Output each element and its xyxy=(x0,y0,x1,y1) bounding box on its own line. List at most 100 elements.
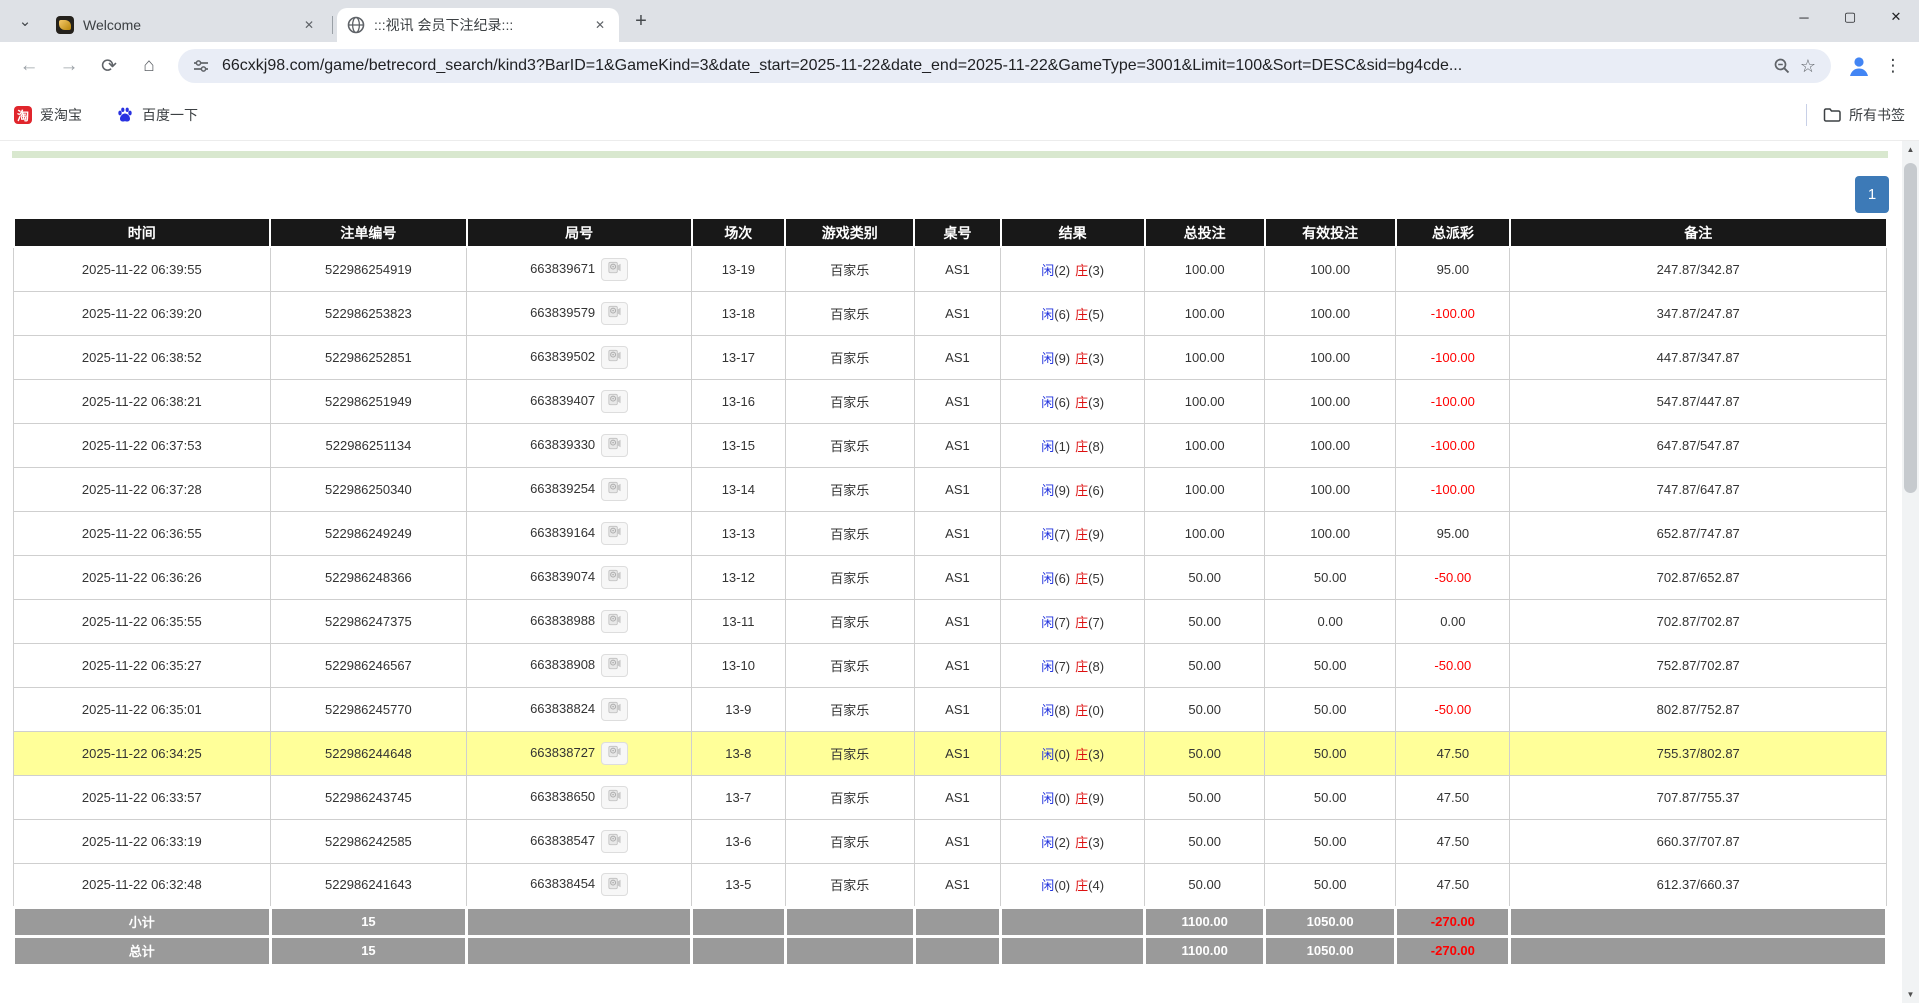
zoom-icon[interactable] xyxy=(1769,53,1795,79)
result-player: 闲 xyxy=(1041,835,1054,850)
video-replay-button[interactable] xyxy=(601,566,628,589)
result-player: 闲 xyxy=(1041,703,1054,718)
video-replay-button[interactable] xyxy=(601,434,628,457)
result-points: (0) xyxy=(1054,747,1070,762)
cell-total-bet[interactable]: 50.00 xyxy=(1145,819,1265,863)
cell-bet-number: 522986253823 xyxy=(270,291,467,335)
video-replay-button[interactable] xyxy=(601,302,628,325)
cell-total-bet[interactable]: 50.00 xyxy=(1145,731,1265,775)
cell-round-number: 663838650 xyxy=(467,775,692,819)
cell-payout: 47.50 xyxy=(1396,731,1510,775)
result-banker: 庄 xyxy=(1075,527,1088,542)
reload-button[interactable]: ⟳ xyxy=(92,49,126,83)
cell-table-number: AS1 xyxy=(914,731,1000,775)
video-replay-button[interactable] xyxy=(601,698,628,721)
video-replay-button[interactable] xyxy=(601,742,628,765)
column-header: 注单编号 xyxy=(270,218,467,247)
result-player: 闲 xyxy=(1041,659,1054,674)
tab-welcome[interactable]: Welcome ✕ xyxy=(46,8,328,42)
cell-total-bet[interactable]: 100.00 xyxy=(1145,379,1265,423)
all-bookmarks-button[interactable]: 所有书签 xyxy=(1823,105,1905,125)
video-replay-button[interactable] xyxy=(601,873,628,896)
cell-total-bet[interactable]: 50.00 xyxy=(1145,555,1265,599)
result-banker: 庄 xyxy=(1075,835,1088,850)
result-player: 闲 xyxy=(1041,351,1054,366)
table-row: 2025-11-22 06:38:52522986252851663839502… xyxy=(14,335,1887,379)
cell-total-bet[interactable]: 100.00 xyxy=(1145,335,1265,379)
bookmark-star-icon[interactable]: ☆ xyxy=(1795,53,1821,79)
bookmark-baidu[interactable]: 百度一下 xyxy=(116,105,198,125)
result-player: 闲 xyxy=(1041,307,1054,322)
tab-close-icon[interactable]: ✕ xyxy=(300,16,318,34)
cell-game-type: 百家乐 xyxy=(785,423,914,467)
forward-button[interactable]: → xyxy=(52,49,86,83)
video-replay-button[interactable] xyxy=(601,258,628,281)
address-bar[interactable]: 66cxkj98.com/game/betrecord_search/kind3… xyxy=(178,49,1831,83)
maximize-button[interactable]: ▢ xyxy=(1827,0,1873,34)
minimize-button[interactable]: ─ xyxy=(1781,0,1827,34)
scrollbar-thumb[interactable] xyxy=(1904,163,1917,493)
cell-total-bet[interactable]: 50.00 xyxy=(1145,599,1265,643)
footer-empty xyxy=(692,907,786,936)
cell-valid-bet: 50.00 xyxy=(1265,731,1396,775)
cell-payout: -100.00 xyxy=(1396,379,1510,423)
footer-label: 小计 xyxy=(14,907,271,936)
cell-time: 2025-11-22 06:33:57 xyxy=(14,775,271,819)
result-points: (3) xyxy=(1088,395,1104,410)
vertical-scrollbar[interactable]: ▲ ▼ xyxy=(1902,141,1919,1003)
video-replay-button[interactable] xyxy=(601,346,628,369)
bookmarks-bar: 淘 爱淘宝 百度一下 所有书签 xyxy=(0,90,1919,141)
pagination-page-1-button[interactable]: 1 xyxy=(1855,176,1889,213)
cell-total-bet[interactable]: 50.00 xyxy=(1145,775,1265,819)
cell-result: 闲(9)庄(6) xyxy=(1001,467,1145,511)
cell-total-bet[interactable]: 100.00 xyxy=(1145,423,1265,467)
cell-time: 2025-11-22 06:35:55 xyxy=(14,599,271,643)
tab-separator xyxy=(332,16,333,34)
video-replay-button[interactable] xyxy=(601,478,628,501)
cell-valid-bet: 100.00 xyxy=(1265,247,1396,291)
result-points: (9) xyxy=(1088,527,1104,542)
total-row: 总计151100.001050.00-270.00 xyxy=(14,936,1887,965)
video-replay-button[interactable] xyxy=(601,610,628,633)
video-replay-button[interactable] xyxy=(601,390,628,413)
cell-total-bet[interactable]: 50.00 xyxy=(1145,643,1265,687)
video-replay-button[interactable] xyxy=(601,786,628,809)
video-replay-button[interactable] xyxy=(601,654,628,677)
cell-total-bet[interactable]: 100.00 xyxy=(1145,467,1265,511)
cell-time: 2025-11-22 06:38:52 xyxy=(14,335,271,379)
site-info-icon[interactable] xyxy=(188,53,214,79)
footer-payout: -270.00 xyxy=(1396,907,1510,936)
video-replay-button[interactable] xyxy=(601,830,628,853)
menu-kebab-icon[interactable]: ⋮ xyxy=(1879,52,1907,80)
cell-bet-number: 522986252851 xyxy=(270,335,467,379)
video-replay-button[interactable] xyxy=(601,522,628,545)
cell-total-bet[interactable]: 100.00 xyxy=(1145,511,1265,555)
cell-total-bet[interactable]: 100.00 xyxy=(1145,247,1265,291)
cell-total-bet[interactable]: 50.00 xyxy=(1145,863,1265,907)
cell-result: 闲(0)庄(3) xyxy=(1001,731,1145,775)
close-window-button[interactable]: ✕ xyxy=(1873,0,1919,34)
cell-table-number: AS1 xyxy=(914,643,1000,687)
result-points: (3) xyxy=(1088,835,1104,850)
cell-remark: 702.87/702.87 xyxy=(1510,599,1887,643)
url-text[interactable]: 66cxkj98.com/game/betrecord_search/kind3… xyxy=(222,57,1761,75)
result-player: 闲 xyxy=(1041,439,1054,454)
new-tab-button[interactable]: + xyxy=(627,7,655,35)
cell-table-number: AS1 xyxy=(914,291,1000,335)
cell-time: 2025-11-22 06:36:55 xyxy=(14,511,271,555)
tab-search-button[interactable]: ⌄ xyxy=(10,6,40,36)
back-button[interactable]: ← xyxy=(12,49,46,83)
profile-avatar[interactable] xyxy=(1843,50,1875,82)
scroll-down-icon[interactable]: ▼ xyxy=(1902,986,1919,1003)
cell-bet-number: 522986247375 xyxy=(270,599,467,643)
bookmark-taobao[interactable]: 淘 爱淘宝 xyxy=(14,105,82,125)
cell-total-bet[interactable]: 100.00 xyxy=(1145,291,1265,335)
tab-close-icon[interactable]: ✕ xyxy=(591,16,609,34)
table-row: 2025-11-22 06:37:53522986251134663839330… xyxy=(14,423,1887,467)
tab-betrecord[interactable]: :::视讯 会员下注纪录::: ✕ xyxy=(337,8,619,42)
home-button[interactable]: ⌂ xyxy=(132,49,166,83)
cell-bet-number: 522986246567 xyxy=(270,643,467,687)
cell-total-bet[interactable]: 50.00 xyxy=(1145,687,1265,731)
cell-session: 13-12 xyxy=(692,555,786,599)
scroll-up-icon[interactable]: ▲ xyxy=(1902,141,1919,158)
